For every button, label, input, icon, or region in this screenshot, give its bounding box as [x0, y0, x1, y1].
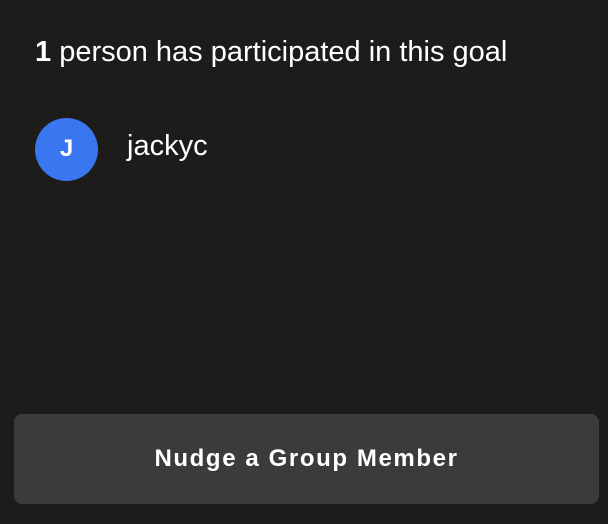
- nudge-group-member-button[interactable]: Nudge a Group Member: [14, 414, 599, 504]
- participant-row: J jackyc: [35, 117, 208, 181]
- avatar: J: [35, 117, 98, 181]
- participation-heading: 1 person has participated in this goal: [35, 34, 507, 70]
- participants-panel: 1 person has participated in this goal J…: [0, 0, 608, 524]
- participant-name: jackyc: [127, 130, 208, 162]
- participant-count: 1: [35, 36, 52, 68]
- participation-text: person has participated in this goal: [51, 36, 508, 68]
